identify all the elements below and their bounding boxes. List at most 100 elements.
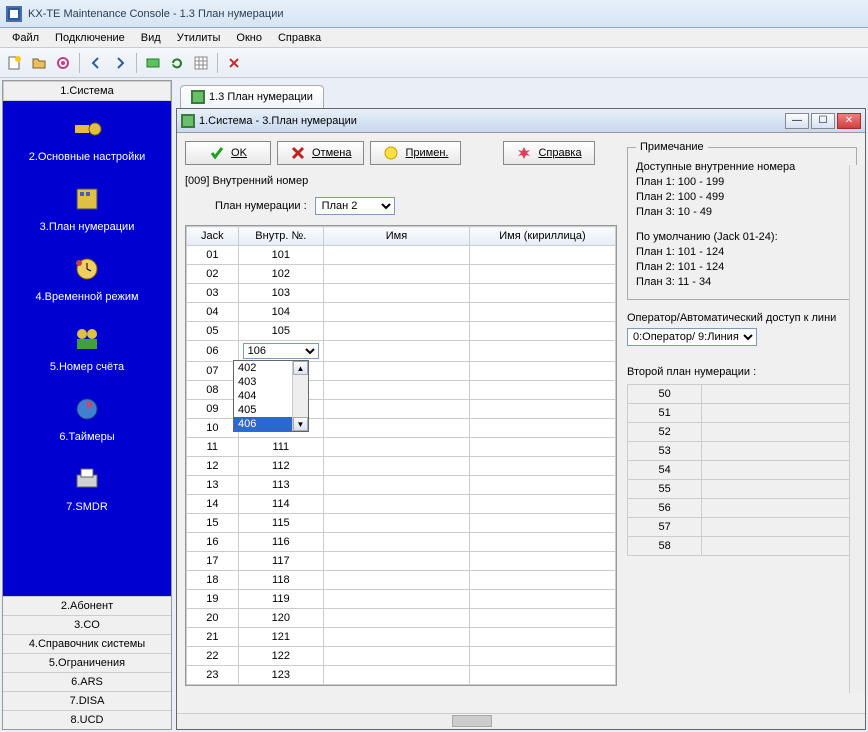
cell-extnum[interactable]: 102 bbox=[238, 265, 323, 284]
cell-extnum[interactable]: 119 bbox=[238, 590, 323, 609]
menu-window[interactable]: Окно bbox=[228, 30, 270, 46]
cell-name-cyr[interactable] bbox=[469, 533, 615, 552]
sidebar-item-3[interactable]: 5.Номер счёта bbox=[3, 311, 171, 381]
col-jack[interactable]: Jack bbox=[187, 227, 239, 246]
cell-name[interactable] bbox=[324, 438, 470, 457]
extnum-combo[interactable]: 106 bbox=[243, 343, 319, 359]
cell-extnum[interactable]: 101 bbox=[238, 246, 323, 265]
toolbar-new-icon[interactable] bbox=[4, 52, 26, 74]
menu-connection[interactable]: Подключение bbox=[47, 30, 133, 46]
cell-name[interactable] bbox=[324, 495, 470, 514]
cell-name[interactable] bbox=[324, 341, 470, 362]
sidebar-header[interactable]: 1.Система bbox=[3, 81, 171, 101]
cell-name[interactable] bbox=[324, 666, 470, 685]
sp-cell-num[interactable]: 54 bbox=[628, 461, 702, 480]
cell-extnum[interactable]: 113 bbox=[238, 476, 323, 495]
sidebar-item-2[interactable]: 4.Временной режим bbox=[3, 241, 171, 311]
sp-cell-num[interactable]: 56 bbox=[628, 499, 702, 518]
operator-select[interactable]: 0:Оператор/ 9:Линия bbox=[627, 328, 757, 346]
dropdown-scrollbar[interactable]: ▲ ▼ bbox=[292, 361, 308, 431]
cell-name[interactable] bbox=[324, 265, 470, 284]
cell-name-cyr[interactable] bbox=[469, 590, 615, 609]
toolbar-forward-icon[interactable] bbox=[109, 52, 131, 74]
sp-cell-val[interactable] bbox=[702, 461, 857, 480]
sidebar-item-4[interactable]: 6.Таймеры bbox=[3, 381, 171, 451]
cell-name[interactable] bbox=[324, 552, 470, 571]
menu-file[interactable]: Файл bbox=[4, 30, 47, 46]
sp-cell-val[interactable] bbox=[702, 442, 857, 461]
cell-name-cyr[interactable] bbox=[469, 419, 615, 438]
cell-extnum[interactable]: 112 bbox=[238, 457, 323, 476]
cell-name-cyr[interactable] bbox=[469, 341, 615, 362]
cell-name[interactable] bbox=[324, 322, 470, 341]
cell-name-cyr[interactable] bbox=[469, 362, 615, 381]
sidebar-bottom-3[interactable]: 5.Ограничения bbox=[3, 653, 171, 672]
cell-extnum[interactable]: 114 bbox=[238, 495, 323, 514]
sp-cell-val[interactable] bbox=[702, 480, 857, 499]
apply-button[interactable]: Примен. bbox=[370, 141, 461, 165]
maximize-button[interactable]: ☐ bbox=[811, 113, 835, 129]
tab-numbering-plan[interactable]: 1.3 План нумерации bbox=[180, 85, 324, 108]
sp-cell-num[interactable]: 50 bbox=[628, 385, 702, 404]
cancel-button[interactable]: Отмена bbox=[277, 141, 364, 165]
col-extnum[interactable]: Внутр. №. bbox=[238, 227, 323, 246]
cell-name-cyr[interactable] bbox=[469, 381, 615, 400]
cell-extnum[interactable]: 115 bbox=[238, 514, 323, 533]
sp-cell-val[interactable] bbox=[702, 499, 857, 518]
cell-extnum[interactable]: 120 bbox=[238, 609, 323, 628]
sidebar-bottom-2[interactable]: 4.Справочник системы bbox=[3, 634, 171, 653]
menu-help[interactable]: Справка bbox=[270, 30, 329, 46]
cell-extnum[interactable]: 104 bbox=[238, 303, 323, 322]
cell-name-cyr[interactable] bbox=[469, 647, 615, 666]
ok-button[interactable]: OK bbox=[185, 141, 271, 165]
cell-name[interactable] bbox=[324, 476, 470, 495]
sidebar-bottom-1[interactable]: 3.CO bbox=[3, 615, 171, 634]
horizontal-scrollbar[interactable] bbox=[177, 713, 865, 729]
scroll-up-icon[interactable]: ▲ bbox=[293, 361, 308, 375]
cell-name[interactable] bbox=[324, 362, 470, 381]
cell-name[interactable] bbox=[324, 590, 470, 609]
cell-name-cyr[interactable] bbox=[469, 514, 615, 533]
scroll-down-icon[interactable]: ▼ bbox=[293, 417, 308, 431]
vertical-scrollbar[interactable] bbox=[849, 165, 865, 693]
sp-cell-val[interactable] bbox=[702, 537, 857, 556]
toolbar-settings-icon[interactable] bbox=[52, 52, 74, 74]
minimize-button[interactable]: — bbox=[785, 113, 809, 129]
cell-extnum[interactable]: 116 bbox=[238, 533, 323, 552]
cell-name-cyr[interactable] bbox=[469, 284, 615, 303]
toolbar-refresh-icon[interactable] bbox=[166, 52, 188, 74]
cell-name[interactable] bbox=[324, 246, 470, 265]
cell-name-cyr[interactable] bbox=[469, 628, 615, 647]
cell-name-cyr[interactable] bbox=[469, 322, 615, 341]
sp-cell-val[interactable] bbox=[702, 518, 857, 537]
col-name-cyr[interactable]: Имя (кириллица) bbox=[469, 227, 615, 246]
sp-cell-val[interactable] bbox=[702, 385, 857, 404]
sp-cell-num[interactable]: 57 bbox=[628, 518, 702, 537]
sidebar-item-5[interactable]: 7.SMDR bbox=[3, 451, 171, 521]
cell-name-cyr[interactable] bbox=[469, 303, 615, 322]
cell-extnum[interactable]: 121 bbox=[238, 628, 323, 647]
cell-name[interactable] bbox=[324, 419, 470, 438]
sp-cell-val[interactable] bbox=[702, 404, 857, 423]
cell-name-cyr[interactable] bbox=[469, 457, 615, 476]
toolbar-grid-icon[interactable] bbox=[190, 52, 212, 74]
cell-name-cyr[interactable] bbox=[469, 666, 615, 685]
menu-utilities[interactable]: Утилиты bbox=[169, 30, 229, 46]
cell-extnum[interactable]: 118 bbox=[238, 571, 323, 590]
toolbar-card-icon[interactable] bbox=[142, 52, 164, 74]
sp-cell-val[interactable] bbox=[702, 423, 857, 442]
cell-name-cyr[interactable] bbox=[469, 552, 615, 571]
cell-extnum[interactable]: 123 bbox=[238, 666, 323, 685]
toolbar-close-icon[interactable] bbox=[223, 52, 245, 74]
sp-cell-num[interactable]: 55 bbox=[628, 480, 702, 499]
cell-extnum[interactable]: 117 bbox=[238, 552, 323, 571]
cell-extnum[interactable]: 111 bbox=[238, 438, 323, 457]
cell-extnum[interactable]: 106 bbox=[238, 341, 323, 362]
sp-cell-num[interactable]: 53 bbox=[628, 442, 702, 461]
menu-view[interactable]: Вид bbox=[133, 30, 169, 46]
close-button[interactable]: ✕ bbox=[837, 113, 861, 129]
cell-name-cyr[interactable] bbox=[469, 495, 615, 514]
sp-cell-num[interactable]: 52 bbox=[628, 423, 702, 442]
cell-name[interactable] bbox=[324, 628, 470, 647]
cell-name-cyr[interactable] bbox=[469, 476, 615, 495]
